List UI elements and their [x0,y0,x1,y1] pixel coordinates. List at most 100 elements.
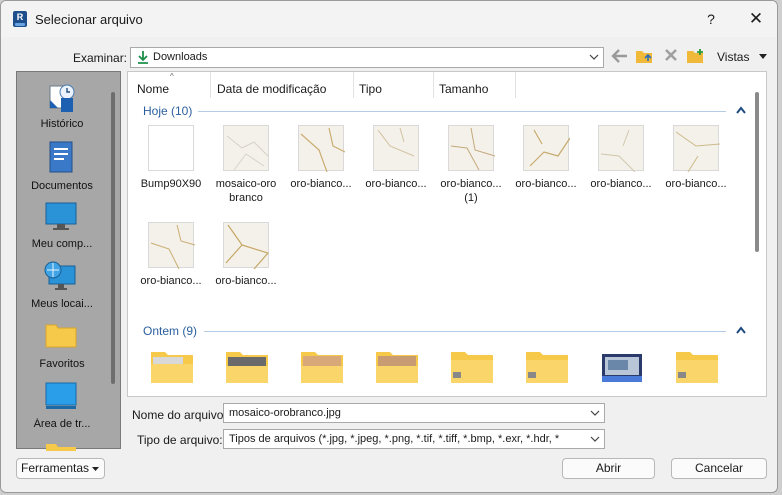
look-in-combo[interactable]: Downloads [130,47,604,68]
close-button[interactable]: ✕ [739,7,773,31]
up-folder-icon[interactable] [635,47,655,67]
chevron-down-icon[interactable] [590,406,600,423]
column-separator [353,72,354,98]
file-thumbnail [373,125,419,171]
column-header-size[interactable]: Tamanho [439,82,488,96]
chevron-down-icon [589,50,599,67]
file-item-mosaico[interactable]: mosaico-oro branco [208,125,282,205]
file-list-scrollbar[interactable] [748,72,764,396]
file-name: Bump90X90 [140,178,202,190]
tools-label: Ferramentas [21,461,90,475]
tools-dropdown-icon [91,459,100,484]
folder-item[interactable] [213,347,287,387]
zip-folder-icon [675,350,719,384]
file-name: oro-bianco... [140,275,202,287]
file-item-oro-bianco[interactable]: oro-bianco... [508,125,582,205]
help-button[interactable]: ? [697,7,725,31]
filename-input[interactable]: mosaico-orobranco.jpg [223,403,605,423]
group-header-today[interactable]: Hoje (10) [143,104,192,118]
places-bar: Histórico Documentos Meu comp... Meus lo… [16,71,121,451]
window-title: Selecionar arquivo [35,12,143,27]
place-label: Favoritos [39,358,85,370]
file-name: oro-bianco... [665,178,727,190]
file-thumbnail [223,125,269,171]
filetype-select[interactable]: Tipos de arquivos (*.jpg, *.jpeg, *.png,… [223,429,605,449]
filetype-value: Tipos de arquivos (*.jpg, *.jpeg, *.png,… [229,433,560,445]
place-label: Meus locai... [31,298,93,310]
scrollbar-thumb[interactable] [111,92,115,384]
folder-icon [300,350,344,384]
cancel-button[interactable]: Cancelar [671,458,767,479]
history-icon [47,82,77,117]
group-divider [198,111,726,112]
title-bar: R Selecionar arquivo ? ✕ [1,1,777,37]
place-label: Área de tr... [33,418,91,430]
delete-icon[interactable] [661,47,681,67]
file-item-bump[interactable]: Bump90X90 [133,125,207,205]
file-item-oro-bianco[interactable]: oro-bianco... [283,125,357,205]
place-label: Documentos [31,180,93,192]
file-name: oro-bianco... [590,178,652,190]
file-item-oro-bianco[interactable]: oro-bianco... [583,125,657,205]
folder-item[interactable] [138,347,212,387]
filetype-label: Tipo de arquivo: [137,433,223,447]
file-item-oro-bianco-1[interactable]: oro-bianco... (1) [433,125,507,205]
column-separator [210,72,211,98]
place-meu-computador[interactable]: Meu comp... [17,200,107,256]
favorites-folder-icon [45,322,77,351]
file-item-oro-bianco[interactable]: oro-bianco... [358,125,432,205]
views-dropdown-icon[interactable] [758,50,768,65]
open-button[interactable]: Abrir [562,458,655,479]
scrollbar-thumb[interactable] [755,92,759,252]
place-favoritos[interactable]: Favoritos [17,320,107,376]
file-thumbnail [148,125,194,171]
folder-icon [45,440,77,454]
new-folder-icon[interactable] [686,47,706,67]
filename-value: mosaico-orobranco.jpg [229,407,341,419]
download-arrow-icon [136,50,150,68]
place-documentos[interactable]: Documentos [17,140,107,196]
places-scrollbar[interactable] [109,74,119,446]
file-item-oro-bianco[interactable]: oro-bianco... [658,125,732,205]
file-item-oro-bianco[interactable]: oro-bianco... [133,222,207,292]
file-name: mosaico-oro branco [215,178,277,204]
views-menu-button[interactable]: Vistas [717,50,749,64]
collapse-group-icon[interactable] [736,326,746,336]
zip-folder-item[interactable] [663,347,737,387]
place-label: Histórico [40,118,84,130]
file-open-dialog: R Selecionar arquivo ? ✕ Examinar: Downl… [0,0,778,493]
chevron-down-icon[interactable] [590,432,600,449]
app-icon: R [13,11,27,27]
zip-folder-item[interactable] [513,347,587,387]
column-header-type[interactable]: Tipo [359,82,382,96]
zip-folder-icon [450,350,494,384]
group-header-yesterday[interactable]: Ontem (9) [143,324,197,338]
place-area-de-trabalho[interactable]: Área de tr... [17,380,107,436]
column-header-date[interactable]: Data de modificação [217,82,326,96]
place-label: Meu comp... [31,238,93,250]
file-thumbnail [523,125,570,171]
folder-item[interactable] [288,347,362,387]
folder-icon [225,350,269,384]
place-historico[interactable]: Histórico [17,80,107,136]
file-thumbnail [673,125,720,172]
folder-icon [150,350,194,384]
image-file-item[interactable] [588,347,662,387]
file-name: oro-bianco... [290,178,352,190]
back-arrow-icon[interactable] [610,47,630,67]
zip-folder-item[interactable] [438,347,512,387]
file-item-oro-bianco[interactable]: oro-bianco... [208,222,282,292]
file-thumbnail [148,222,195,269]
zip-folder-icon [525,350,569,384]
file-thumbnail [298,125,345,172]
column-header-name[interactable]: Nome [137,82,169,96]
place-meus-locais[interactable]: Meus locai... [17,260,107,316]
filename-label: Nome do arquivo: [132,408,227,422]
tools-button[interactable]: Ferramentas [16,458,105,479]
look-in-label: Examinar: [73,51,128,65]
file-name: oro-bianco... [365,178,427,190]
folder-item[interactable] [363,347,437,387]
group-divider [204,331,726,332]
computer-icon [45,202,77,235]
collapse-group-icon[interactable] [736,106,746,116]
